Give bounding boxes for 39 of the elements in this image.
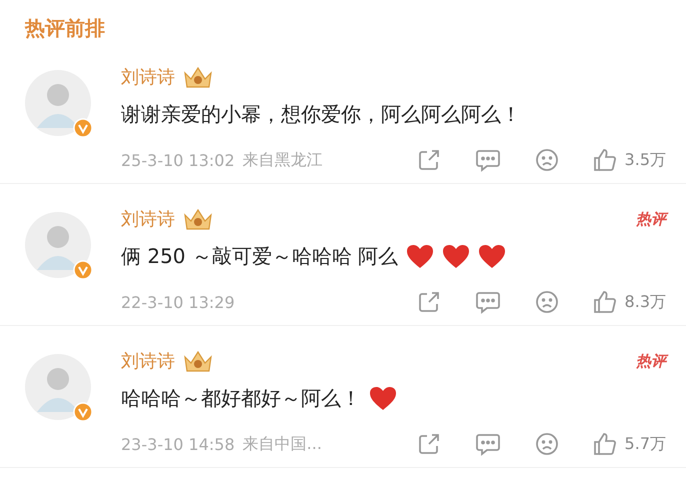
thumbs-up-icon[interactable]	[592, 432, 617, 456]
crown-icon	[183, 207, 213, 231]
comment-icon[interactable]	[474, 290, 501, 314]
avatar-icon[interactable]	[25, 354, 91, 420]
section-title: 热评前排	[25, 15, 106, 42]
comment-location: 来自黑龙江	[242, 150, 323, 170]
comment-text: 俩 250 ～敲可爱～哈哈哈 阿么	[121, 242, 398, 270]
comment-text: 哈哈哈～都好都好～阿么！	[121, 384, 361, 412]
thumbs-up-icon[interactable]	[592, 148, 617, 172]
share-icon[interactable]	[416, 432, 441, 456]
comment-icon[interactable]	[474, 148, 501, 172]
like-count: 5.7万	[624, 434, 666, 454]
sad-face-icon[interactable]	[534, 148, 559, 172]
heart-icon	[406, 244, 434, 268]
like-count: 3.5万	[624, 150, 666, 170]
crown-icon	[183, 349, 213, 373]
comment-location: 来自中国...	[242, 434, 322, 454]
avatar-icon[interactable]	[25, 70, 91, 136]
comment-icon[interactable]	[474, 432, 501, 456]
crown-icon	[183, 65, 213, 89]
heart-icon	[478, 244, 506, 268]
hot-comment-tag: 热评	[636, 352, 666, 370]
share-icon[interactable]	[416, 290, 441, 314]
comment-date: 22-3-10 13:29	[121, 292, 235, 312]
comment-text: 谢谢亲爱的小幂，想你爱你，阿么阿么阿么！	[121, 100, 521, 128]
heart-icon	[442, 244, 470, 268]
sad-face-icon[interactable]	[534, 290, 559, 314]
username[interactable]: 刘诗诗	[121, 65, 175, 89]
username[interactable]: 刘诗诗	[121, 207, 175, 231]
hot-comment-tag: 热评	[636, 210, 666, 228]
comment-date: 25-3-10 13:02	[121, 150, 235, 170]
heart-icon	[369, 386, 397, 410]
sad-face-icon[interactable]	[534, 432, 559, 456]
comment-date: 23-3-10 14:58	[121, 434, 235, 454]
avatar-icon[interactable]	[25, 212, 91, 278]
username[interactable]: 刘诗诗	[121, 349, 175, 373]
share-icon[interactable]	[416, 148, 441, 172]
like-count: 8.3万	[624, 292, 666, 312]
thumbs-up-icon[interactable]	[592, 290, 617, 314]
